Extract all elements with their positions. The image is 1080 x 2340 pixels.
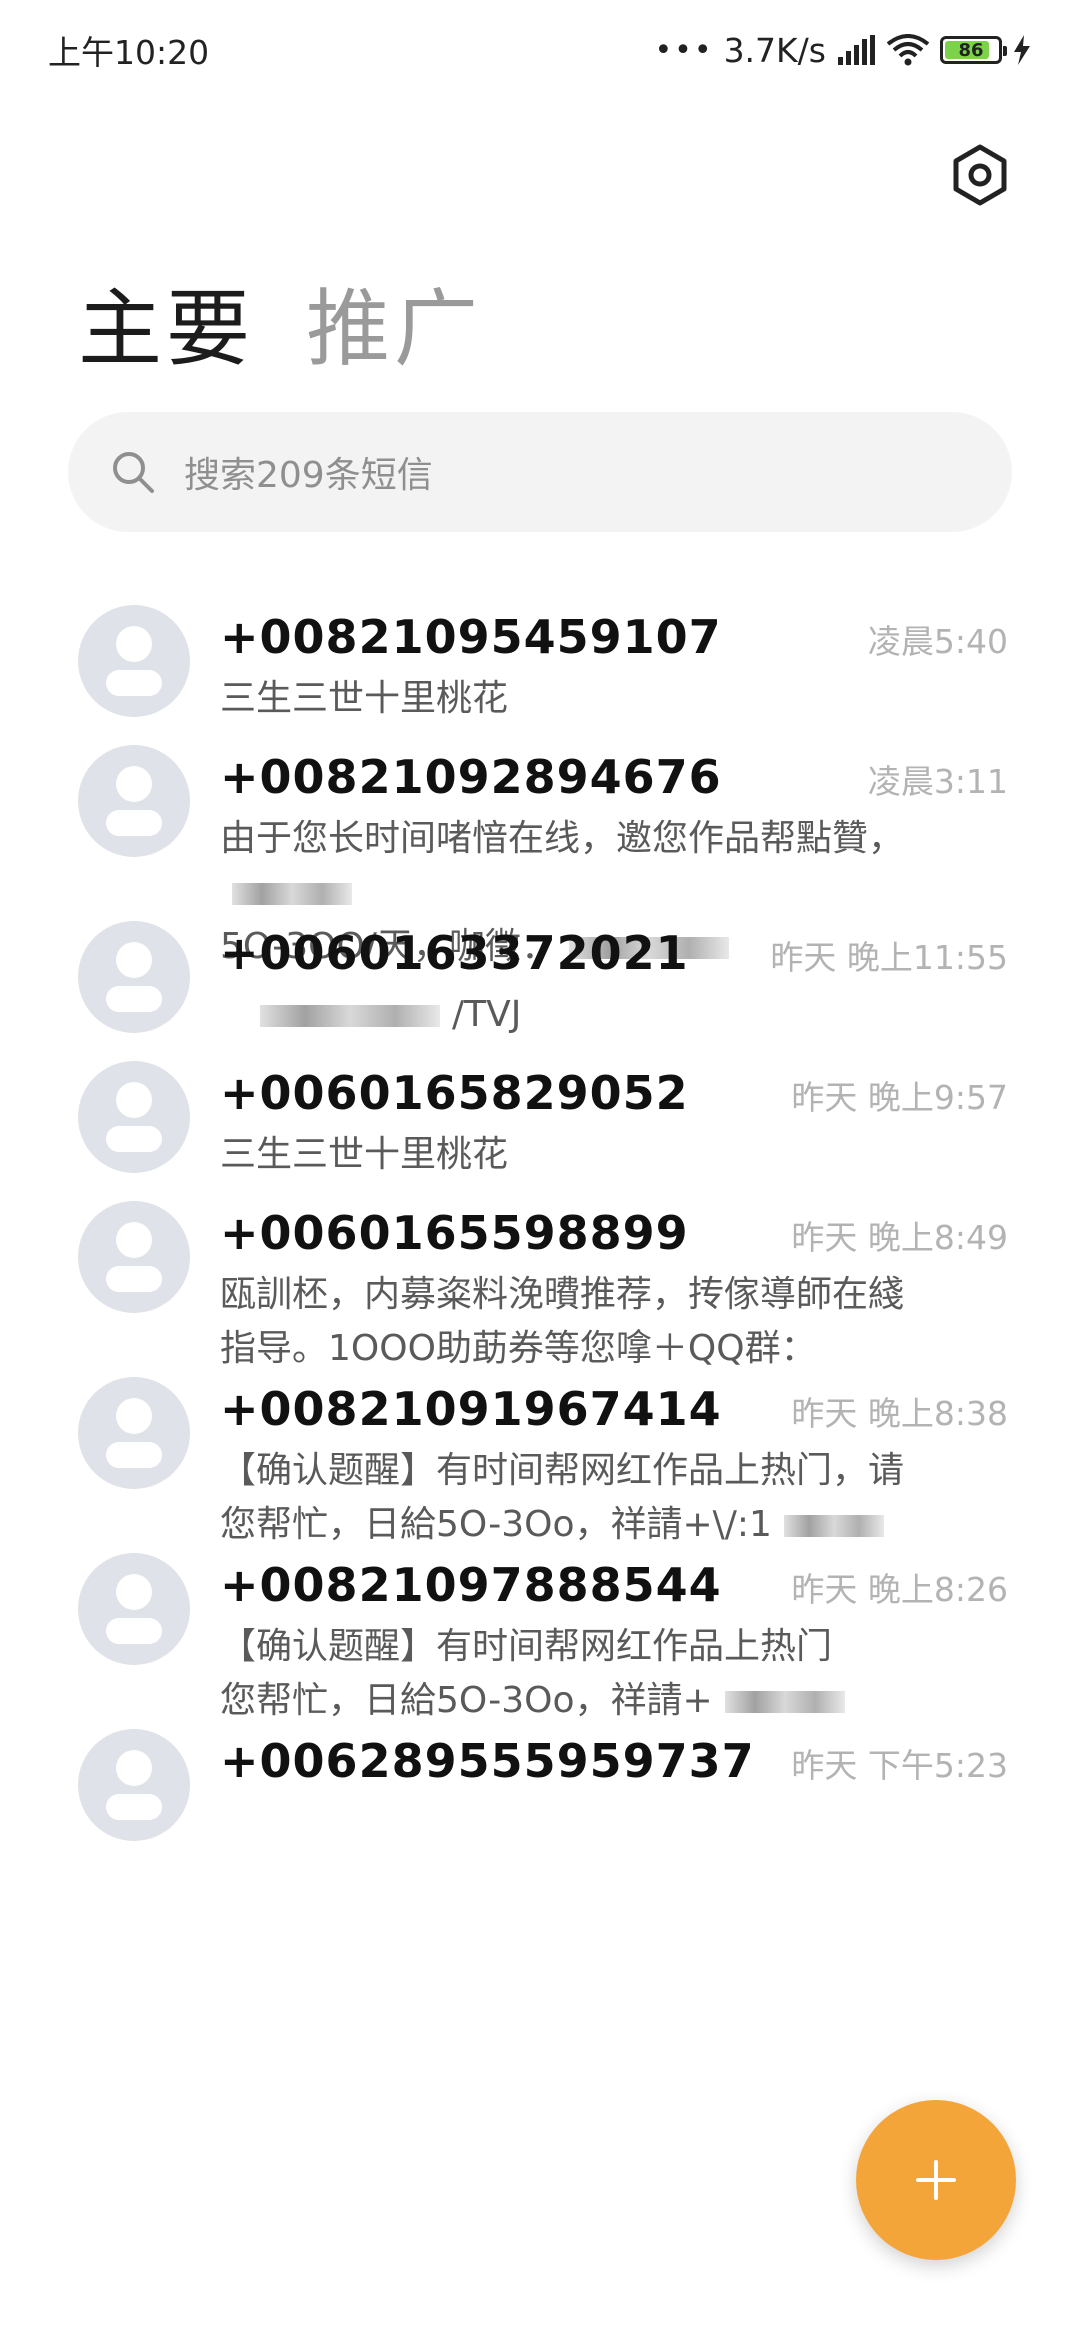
sender-number: +0060165598899 — [220, 1206, 689, 1260]
tab-promotions[interactable]: 推广 — [306, 262, 482, 383]
avatar-person-icon — [116, 1398, 152, 1434]
avatar-person-body — [106, 670, 162, 696]
message-header: +00821095459107 凌晨5:40 — [220, 610, 1008, 664]
message-content: +0060165829052 昨天 晚上9:57 三生三世十里桃花 — [220, 1066, 1008, 1175]
message-content: +00821095459107 凌晨5:40 三生三世十里桃花 — [220, 610, 1008, 719]
avatar-person-icon — [116, 1222, 152, 1258]
message-list[interactable]: +00821095459107 凌晨5:40 三生三世十里桃花 +0082109289… — [0, 560, 1080, 1841]
message-time: 凌晨3:11 — [867, 762, 1008, 801]
avatar-person-body — [106, 810, 162, 836]
message-header: +006289555959737 昨天 下午5:23 — [220, 1734, 1008, 1788]
message-header: +00821097888544 昨天 晚上8:26 — [220, 1558, 1008, 1612]
tab-primary[interactable]: 主要 — [78, 262, 254, 383]
list-item[interactable]: +0060165598899 昨天 晚上8:49 瓯訓柸，内募粢料浼曊推荐，抟傢導師… — [0, 1156, 1080, 1369]
message-content: +00821097888544 昨天 晚上8:26 【确认题醒】有时间帮网红作品上热… — [220, 1558, 1008, 1721]
search-placeholder: 搜索209条短信 — [184, 455, 433, 496]
message-header: +00821091967414 昨天 晚上8:38 — [220, 1382, 1008, 1436]
avatar — [78, 1729, 190, 1841]
preview-text: 【确认题醒】有时间帮网红作品上热门 — [220, 1626, 833, 1667]
list-item[interactable]: +00821091967414 昨天 晚上8:38 【确认题醒】有时间帮网红作品上热… — [0, 1332, 1080, 1545]
status-icons: ••• 3.7K/s 86 — [654, 31, 1032, 70]
list-item[interactable]: +00821092894676 凌晨3:11 由于您长时间啫愔在线，邀您作品帮點贊，… — [0, 700, 1080, 967]
message-header: +0060165829052 昨天 晚上9:57 — [220, 1066, 1008, 1120]
message-header: +0060163372021 昨天 晚上11:55 — [220, 926, 1008, 980]
preview-line: 【确认题醒】有时间帮网红作品上热门 — [220, 1620, 1000, 1674]
message-content: +00821092894676 凌晨3:11 由于您长时间啫愔在线，邀您作品帮點贊，… — [220, 750, 1008, 967]
list-item[interactable]: +0060165829052 昨天 晚上9:57 三生三世十里桃花 — [0, 1016, 1080, 1175]
avatar-person-icon — [116, 942, 152, 978]
avatar-person-icon — [116, 1574, 152, 1610]
message-time: 昨天 晚上8:26 — [791, 1570, 1008, 1609]
preview-line: 【确认题醒】有时间帮网红作品上热门，请 — [220, 1444, 1000, 1498]
avatar-person-icon — [116, 1082, 152, 1118]
sender-number: +00821092894676 — [220, 750, 722, 804]
list-item[interactable]: +006289555959737 昨天 下午5:23 — [0, 1684, 1080, 1841]
avatar-person-body — [106, 1442, 162, 1468]
compose-button[interactable] — [856, 2100, 1016, 2260]
charging-bolt-icon — [1014, 35, 1030, 65]
list-item[interactable]: +0060163372021 昨天 晚上11:55/TVJ — [0, 876, 1080, 1035]
message-time: 凌晨5:40 — [867, 622, 1008, 661]
preview-text: 由于您长时间啫愔在线，邀您作品帮點贊， — [220, 818, 905, 859]
wifi-icon — [886, 34, 930, 66]
avatar-person-icon — [116, 626, 152, 662]
avatar-person-icon — [116, 1750, 152, 1786]
message-header: +0060165598899 昨天 晚上8:49 — [220, 1206, 1008, 1260]
avatar-person-body — [106, 1126, 162, 1152]
tab-bar: 主要 推广 — [78, 262, 482, 383]
preview-line: 瓯訓柸，内募粢料浼曊推荐，抟傢導師在綫 — [220, 1268, 1000, 1322]
battery-indicator: 86 — [940, 36, 1007, 64]
status-bar: 上午10:20 ••• 3.7K/s 86 — [0, 0, 1080, 100]
message-time: 昨天 晚上11:55 — [770, 938, 1008, 977]
avatar-person-body — [106, 1794, 162, 1820]
network-speed: 3.7K/s — [723, 30, 826, 70]
avatar — [78, 1553, 190, 1665]
signal-icon — [838, 35, 875, 65]
avatar — [78, 745, 190, 857]
battery-level: 86 — [958, 39, 984, 61]
message-content: +00821091967414 昨天 晚上8:38 【确认题醒】有时间帮网红作品上热… — [220, 1382, 1008, 1545]
message-content: +0060163372021 昨天 晚上11:55/TVJ — [220, 926, 1008, 1035]
sender-number: +0060163372021 — [220, 926, 689, 980]
message-time: 昨天 晚上8:49 — [791, 1218, 1008, 1257]
search-input[interactable]: 搜索209条短信 — [68, 412, 1012, 532]
search-icon — [113, 452, 154, 493]
message-time: 昨天 下午5:23 — [791, 1746, 1008, 1785]
sender-number: +006289555959737 — [220, 1734, 755, 1788]
status-time: 上午10:20 — [48, 33, 210, 72]
preview-text: 瓯訓柸，内募粢料浼曊推荐，抟傢導師在綫 — [220, 1274, 905, 1315]
sender-number: +0060165829052 — [220, 1066, 689, 1120]
avatar-person-body — [106, 986, 162, 1012]
message-time: 昨天 晚上8:38 — [791, 1394, 1008, 1433]
plus-icon — [916, 2160, 956, 2200]
message-content: +0060165598899 昨天 晚上8:49 瓯訓柸，内募粢料浼曊推荐，抟傢導師… — [220, 1206, 1008, 1369]
list-item[interactable]: +00821095459107 凌晨5:40 三生三世十里桃花 — [0, 560, 1080, 719]
message-content: +006289555959737 昨天 下午5:23 — [220, 1734, 1008, 1824]
settings-icon — [953, 144, 1007, 206]
more-dots-icon: ••• — [654, 32, 714, 68]
preview-text: 【确认题醒】有时间帮网红作品上热门，请 — [220, 1450, 905, 1491]
avatar-person-body — [106, 1618, 162, 1644]
message-header: +00821092894676 凌晨3:11 — [220, 750, 1008, 804]
avatar-person-body — [106, 1266, 162, 1292]
settings-button[interactable] — [952, 144, 1008, 206]
list-item[interactable]: +00821097888544 昨天 晚上8:26 【确认题醒】有时间帮网红作品上热… — [0, 1508, 1080, 1721]
message-time: 昨天 晚上9:57 — [791, 1078, 1008, 1117]
avatar — [78, 1377, 190, 1489]
sender-number: +00821091967414 — [220, 1382, 722, 1436]
sender-number: +00821097888544 — [220, 1558, 722, 1612]
avatar — [78, 1201, 190, 1313]
sender-number: +00821095459107 — [220, 610, 722, 664]
avatar-person-icon — [116, 766, 152, 802]
